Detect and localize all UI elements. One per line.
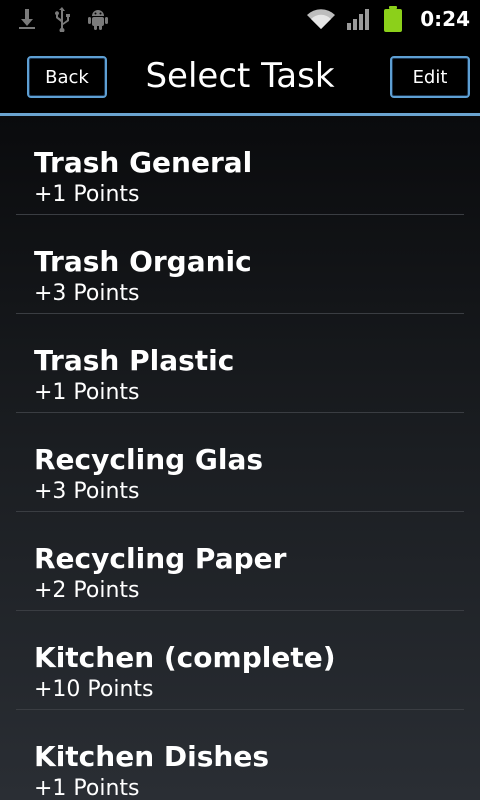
title-bar: Select Task Back Edit — [0, 38, 480, 114]
battery-icon — [382, 5, 404, 33]
task-name: Kitchen (complete) — [34, 641, 336, 674]
status-bar: 0:24 — [0, 0, 480, 38]
task-name: Trash General — [34, 146, 253, 179]
task-name: Trash Plastic — [34, 344, 235, 377]
notification-icons — [16, 6, 110, 32]
task-name: Trash Organic — [34, 245, 252, 278]
task-points: +10 Points — [34, 677, 154, 702]
task-row[interactable]: Recycling Paper +2 Points — [0, 512, 480, 611]
task-row[interactable]: Kitchen Dishes +1 Points — [0, 710, 480, 800]
task-name: Recycling Paper — [34, 542, 287, 575]
task-points: +1 Points — [34, 776, 140, 800]
clock: 0:24 — [420, 7, 470, 31]
signal-icon — [346, 7, 372, 31]
task-points: +3 Points — [34, 281, 140, 306]
task-row[interactable]: Recycling Glas +3 Points — [0, 413, 480, 512]
task-name: Kitchen Dishes — [34, 740, 269, 773]
wifi-icon — [306, 7, 336, 31]
task-row[interactable]: Trash Organic +3 Points — [0, 215, 480, 314]
task-row[interactable]: Trash Plastic +1 Points — [0, 314, 480, 413]
task-points: +1 Points — [34, 380, 140, 405]
system-icons: 0:24 — [306, 4, 470, 34]
edit-button[interactable]: Edit — [390, 56, 470, 98]
android-debug-icon — [86, 7, 110, 31]
task-name: Recycling Glas — [34, 443, 264, 476]
download-icon — [16, 7, 38, 31]
task-row[interactable]: Kitchen (complete) +10 Points — [0, 611, 480, 710]
back-button[interactable]: Back — [27, 56, 107, 98]
task-points: +1 Points — [34, 182, 140, 207]
task-points: +2 Points — [34, 578, 140, 603]
task-row[interactable]: Trash General +1 Points — [0, 116, 480, 215]
task-list[interactable]: Trash General +1 Points Trash Organic +3… — [0, 116, 480, 800]
task-points: +3 Points — [34, 479, 140, 504]
usb-icon — [52, 6, 72, 32]
